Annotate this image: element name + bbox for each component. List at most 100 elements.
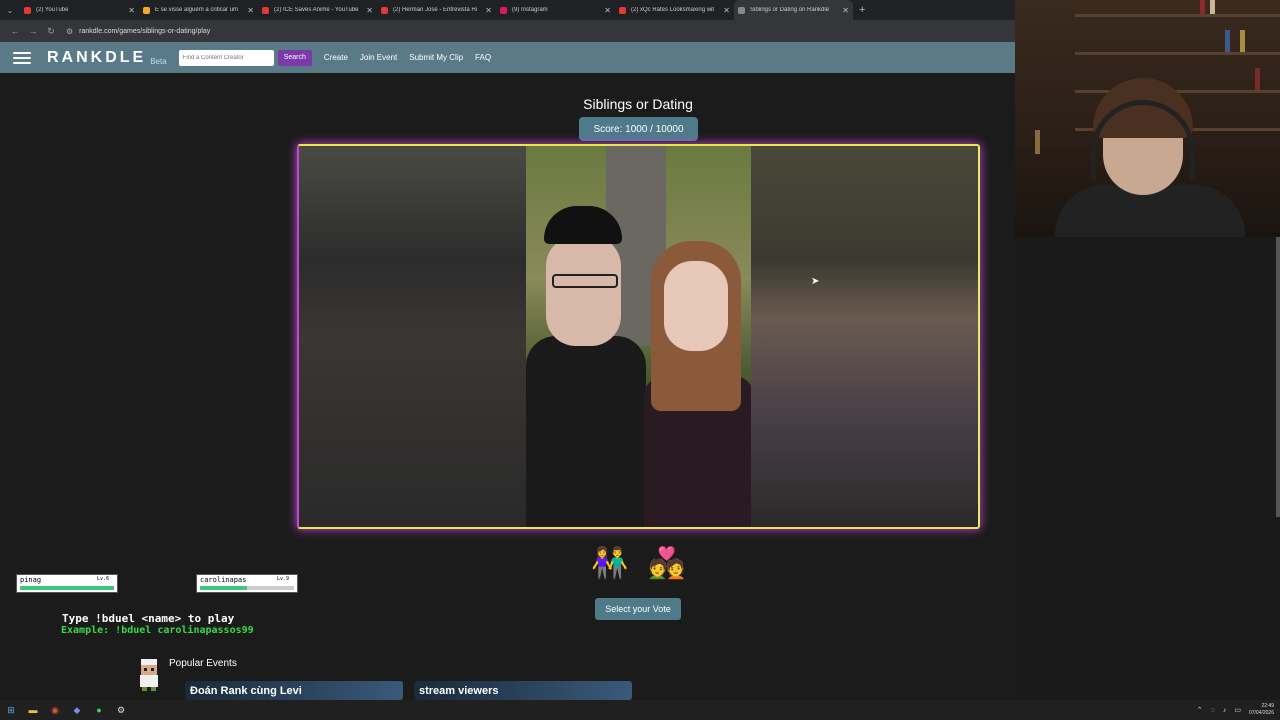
tab-label: (2) Herman José - Entrevista Hi	[393, 7, 478, 13]
hp-bar	[20, 586, 114, 590]
man-face	[546, 236, 621, 346]
pixel-character-icon	[140, 659, 158, 691]
man-hoodie	[526, 336, 646, 527]
tab-rankdle[interactable]: Siblings or Dating on Rankdle ✕	[734, 0, 853, 20]
close-icon[interactable]: ✕	[604, 6, 611, 15]
youtube-icon	[381, 6, 388, 14]
player-card: pinag Lv.6	[16, 574, 118, 593]
hp-bar	[200, 586, 294, 590]
youtube-icon	[619, 6, 626, 14]
tab-instagram[interactable]: (9) Instagram ✕	[496, 0, 615, 20]
search-button[interactable]: Search	[277, 49, 312, 66]
volume-icon[interactable]: ♪	[1223, 707, 1227, 714]
logo[interactable]: RANKDLE	[47, 49, 146, 67]
browser-tab-bar: ⌄ (2) YouTube ✕ E se visse alguém a criti…	[0, 0, 1015, 20]
player-level: Lv.9	[276, 576, 289, 582]
webcam-overlay	[1015, 0, 1280, 237]
tab-label: (2) YouTube	[36, 7, 69, 13]
reload-icon[interactable]: ↻	[42, 26, 60, 37]
book	[1255, 68, 1260, 90]
spotify-icon[interactable]: ●	[88, 700, 110, 720]
tab-xqc[interactable]: (2) xQc Rates Looksmaxing wit ✕	[615, 0, 734, 20]
player-card: carolinapas Lv.9	[196, 574, 298, 593]
tab-icon	[143, 6, 150, 14]
youtube-icon	[24, 6, 31, 14]
glasses	[552, 274, 618, 288]
tab-label: (9) Instagram	[512, 7, 548, 13]
player-name: pinag	[20, 576, 42, 584]
tab-youtube[interactable]: (2) YouTube ✕	[20, 0, 139, 20]
clock-date: 07/04/2026	[1248, 710, 1274, 716]
event-card[interactable]: Đoán Rank cùng Levi	[185, 681, 403, 700]
book	[1200, 0, 1205, 14]
close-icon[interactable]: ✕	[723, 6, 730, 15]
hamburger-menu-icon[interactable]	[13, 51, 31, 64]
nav-faq[interactable]: FAQ	[475, 53, 491, 62]
select-vote-button[interactable]: Select your Vote	[595, 598, 681, 620]
tab-critic[interactable]: E se visse alguém a criticar um ✕	[139, 0, 258, 20]
tab-search-icon[interactable]: ⌄	[0, 0, 20, 20]
tab-label: E se visse alguém a criticar um	[155, 7, 239, 13]
tab-herman[interactable]: (2) Herman José - Entrevista Hi ✕	[377, 0, 496, 20]
tab-label: (2) ICE Saves Anime - YouTube	[274, 7, 359, 13]
settings-icon[interactable]: ⚙	[110, 700, 132, 720]
tab-label: Siblings or Dating on Rankdle	[750, 7, 830, 13]
mouse-cursor-icon: ➤	[811, 276, 820, 287]
player-name: carolinapas	[200, 576, 247, 584]
image-frame	[297, 144, 980, 529]
system-tray: ⌃ ◌ ♪ ▭ 22:49 07/04/2026	[1189, 700, 1274, 720]
player-level: Lv.6	[96, 576, 109, 582]
book	[1240, 30, 1245, 52]
beta-label: Beta	[150, 56, 167, 66]
blurred-image-right	[751, 146, 978, 527]
url-text: rankdle.com/games/siblings-or-dating/pla…	[79, 27, 211, 35]
url-field[interactable]: ⚙ rankdle.com/games/siblings-or-dating/pl…	[66, 27, 210, 36]
address-bar: ← → ↻ ⚙ rankdle.com/games/siblings-or-dat…	[0, 20, 1015, 42]
battery-icon[interactable]: ▭	[1234, 706, 1241, 714]
couple-photo	[526, 146, 754, 527]
close-icon[interactable]: ✕	[842, 6, 849, 15]
nav-join-event[interactable]: Join Event	[360, 53, 397, 62]
clock-time: 22:49	[1261, 703, 1274, 709]
site-header: RANKDLE Beta Search Create Join Event Su…	[0, 42, 1015, 73]
book	[1035, 130, 1040, 154]
close-icon[interactable]: ✕	[485, 6, 492, 15]
search-input[interactable]	[178, 49, 274, 66]
windows-start-icon[interactable]: ⊞	[0, 700, 22, 720]
woman-face	[664, 261, 728, 351]
file-explorer-icon[interactable]: ▬	[22, 700, 44, 720]
blurred-image-left	[299, 146, 526, 527]
back-icon[interactable]: ←	[6, 26, 24, 36]
scrollbar[interactable]	[1276, 237, 1280, 517]
score-badge: Score: 1000 / 10000	[579, 117, 698, 141]
duel-instruction: Type !bduel <name> to play	[62, 612, 235, 625]
book	[1225, 30, 1230, 52]
tab-ice[interactable]: (2) ICE Saves Anime - YouTube ✕	[258, 0, 377, 20]
event-card[interactable]: stream viewers	[414, 681, 632, 700]
screen: ⌄ (2) YouTube ✕ E se visse alguém a criti…	[0, 0, 1280, 720]
chrome-icon[interactable]: ◉	[44, 700, 66, 720]
book	[1210, 0, 1215, 14]
bookshelf	[1075, 52, 1280, 55]
new-tab-icon[interactable]: +	[859, 4, 865, 16]
network-icon[interactable]: ◌	[1211, 707, 1215, 714]
close-icon[interactable]: ✕	[128, 6, 135, 15]
popular-events-title: Popular Events	[169, 658, 237, 669]
close-icon[interactable]: ✕	[366, 6, 373, 15]
rankdle-icon	[738, 6, 745, 14]
duel-example: Example: !bduel carolinapassos99	[61, 625, 254, 636]
tab-label: (2) xQc Rates Looksmaxing wit	[631, 7, 715, 13]
dating-choice-icon[interactable]: 💑	[647, 544, 687, 584]
discord-icon[interactable]: ◆	[66, 700, 88, 720]
nav-submit-clip[interactable]: Submit My Clip	[409, 53, 463, 62]
forward-icon[interactable]: →	[24, 26, 42, 36]
taskbar: ⊞ ▬ ◉ ◆ ● ⚙ ⌃ ◌ ♪ ▭ 22:49 07/04/2026	[0, 700, 1280, 720]
right-blank-area	[1015, 237, 1280, 700]
nav-create[interactable]: Create	[324, 53, 348, 62]
instagram-icon	[500, 6, 507, 14]
chevron-up-icon[interactable]: ⌃	[1197, 706, 1203, 714]
site-info-icon[interactable]: ⚙	[66, 27, 73, 36]
close-icon[interactable]: ✕	[247, 6, 254, 15]
siblings-choice-icon[interactable]: 👫	[590, 544, 630, 584]
clock[interactable]: 22:49 07/04/2026	[1249, 703, 1274, 717]
